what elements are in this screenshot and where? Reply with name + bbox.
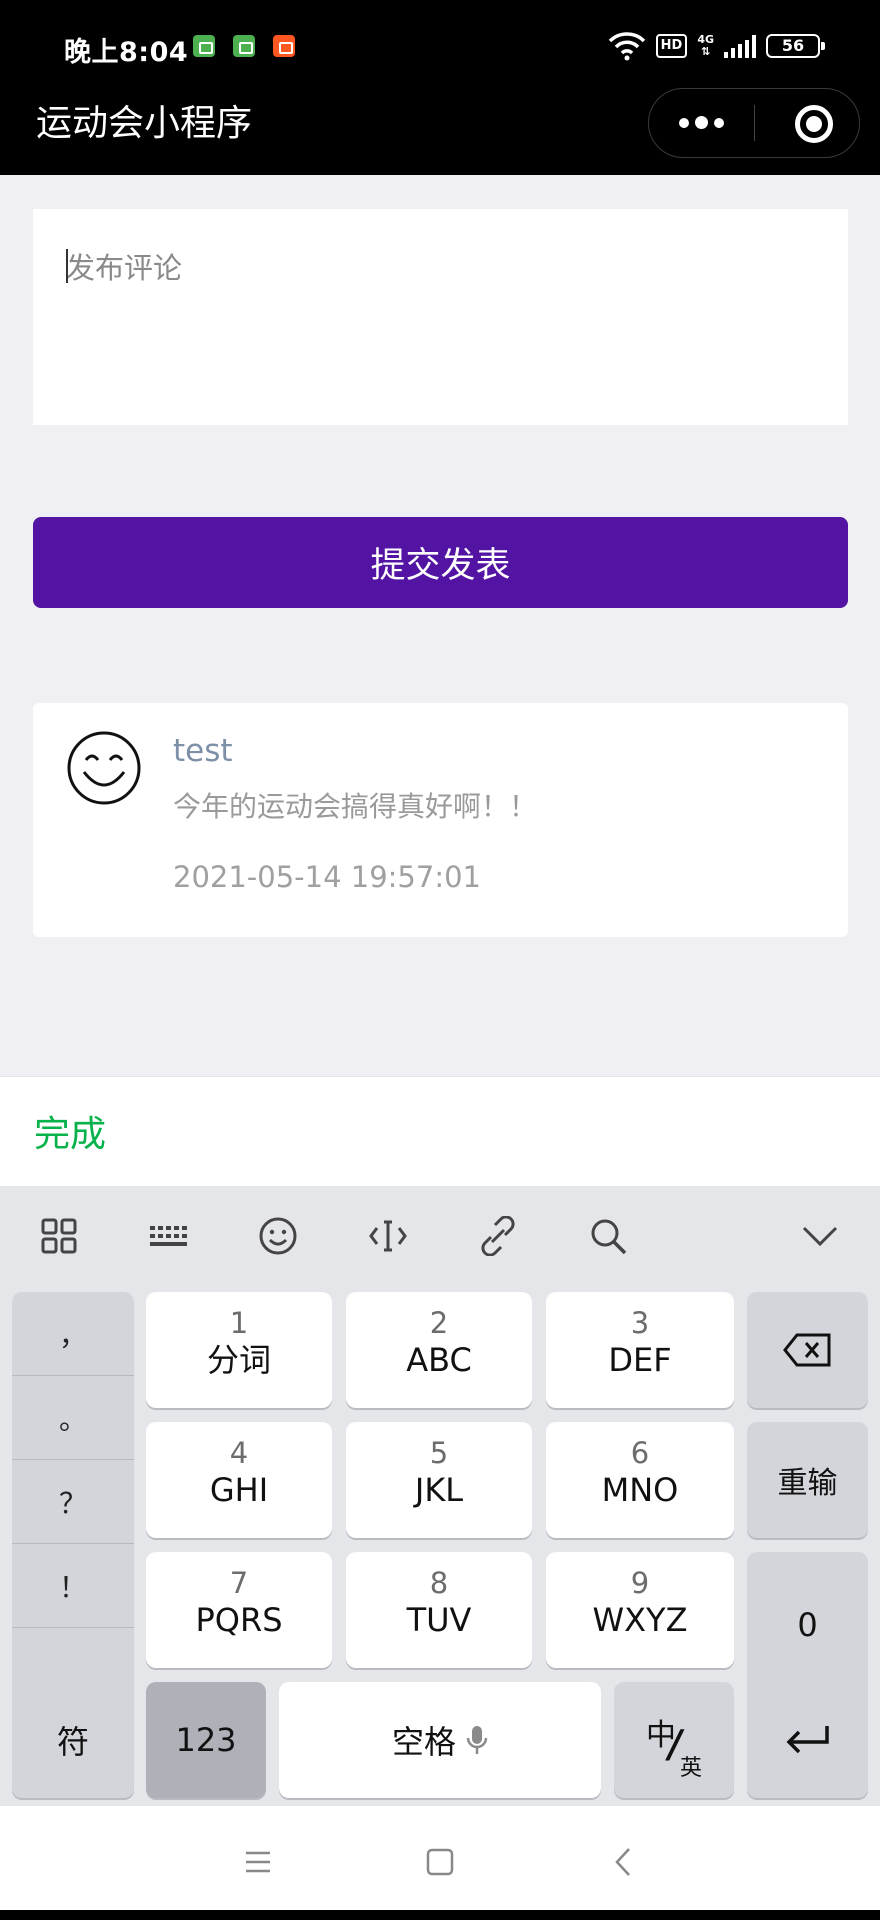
- home-square-icon[interactable]: [420, 1842, 460, 1882]
- punct-question-key[interactable]: ？: [12, 1460, 134, 1544]
- close-target-icon[interactable]: [795, 105, 833, 143]
- grid-menu-icon[interactable]: [37, 1214, 81, 1258]
- comment-box: [33, 209, 848, 425]
- system-status: HD 4G ⇅ 56: [608, 28, 825, 64]
- done-button[interactable]: 完成: [34, 1105, 106, 1157]
- cursor-move-icon[interactable]: [366, 1214, 410, 1258]
- mini-program-capsule: [648, 88, 860, 158]
- punct-period-key[interactable]: 。: [12, 1376, 134, 1460]
- comment-card: test 今年的运动会搞得真好啊！！ 2021-05-14 19:57:01: [33, 703, 848, 937]
- comment-time: 2021-05-14 19:57:01: [173, 860, 481, 894]
- hd-badge: HD: [655, 34, 688, 58]
- clipboard-link-icon[interactable]: [476, 1214, 520, 1258]
- punct-comma-key[interactable]: ，: [12, 1292, 134, 1376]
- collapse-keyboard-icon[interactable]: [798, 1214, 842, 1258]
- keyboard: ， 。 ？ ！ 1 分词 2 ABC 3 DEF 4 GHI 5 JKL 6 MNO 重输 …: [0, 1186, 880, 1806]
- signal-icon: [724, 34, 756, 58]
- backspace-key[interactable]: [747, 1292, 868, 1408]
- enter-key[interactable]: [747, 1682, 868, 1798]
- keyboard-accessory-bar: 完成: [0, 1076, 880, 1186]
- key-2[interactable]: 2 ABC: [346, 1292, 532, 1408]
- key-8[interactable]: 8 TUV: [346, 1552, 532, 1668]
- backspace-icon: [783, 1333, 831, 1367]
- punct-exclamation-key[interactable]: ！: [12, 1544, 134, 1628]
- keyboard-switch-icon[interactable]: [146, 1214, 190, 1258]
- key-4[interactable]: 4 GHI: [146, 1422, 332, 1538]
- key-1[interactable]: 1 分词: [146, 1292, 332, 1408]
- comment-input[interactable]: [66, 245, 816, 395]
- enter-icon: [786, 1726, 829, 1754]
- capsule-divider: [754, 105, 755, 141]
- key-0[interactable]: 0: [747, 1552, 868, 1698]
- android-app-icon: [193, 35, 215, 57]
- network-type: 4G ⇅: [697, 33, 714, 58]
- language-switch-key[interactable]: 中 / 英: [614, 1682, 734, 1798]
- android-app-icon: [233, 35, 255, 57]
- top-bar: 晚上8:04 HD 4G ⇅ 56 运动会小程序: [0, 0, 880, 175]
- submit-button[interactable]: 提交发表: [33, 517, 848, 608]
- symbol-key[interactable]: 符: [12, 1682, 134, 1798]
- status-bar: 晚上8:04 HD 4G ⇅ 56: [0, 0, 880, 92]
- text-caret: [66, 249, 68, 283]
- system-nav-bar: [0, 1806, 880, 1920]
- comment-user: test: [173, 733, 233, 769]
- retype-key[interactable]: 重输: [747, 1422, 868, 1538]
- key-6[interactable]: 6 MNO: [546, 1422, 734, 1538]
- key-9[interactable]: 9 WXYZ: [546, 1552, 734, 1668]
- bottom-edge: [0, 1910, 880, 1920]
- key-5[interactable]: 5 JKL: [346, 1422, 532, 1538]
- menu-icon[interactable]: [238, 1842, 278, 1882]
- comment-text: 今年的运动会搞得真好啊！！: [173, 790, 538, 823]
- space-key[interactable]: 空格: [279, 1682, 601, 1798]
- key-3[interactable]: 3 DEF: [546, 1292, 734, 1408]
- wifi-icon: [608, 32, 645, 61]
- back-icon[interactable]: [604, 1842, 644, 1882]
- more-button[interactable]: [649, 89, 754, 156]
- keyboard-toolbar: [0, 1186, 880, 1286]
- punctuation-column: ， 。 ？ ！: [12, 1292, 134, 1698]
- notification-icons: [193, 35, 295, 57]
- emoji-icon[interactable]: [256, 1214, 300, 1258]
- key-7[interactable]: 7 PQRS: [146, 1552, 332, 1668]
- video-app-icon: [273, 35, 295, 57]
- search-icon[interactable]: [586, 1214, 630, 1258]
- numeric-key[interactable]: 123: [146, 1682, 266, 1798]
- battery-icon: 56: [766, 34, 825, 58]
- page-title: 运动会小程序: [36, 103, 253, 144]
- microphone-icon: [466, 1726, 488, 1754]
- status-time: 晚上8:04: [64, 37, 189, 68]
- smiley-avatar-icon: [67, 731, 141, 805]
